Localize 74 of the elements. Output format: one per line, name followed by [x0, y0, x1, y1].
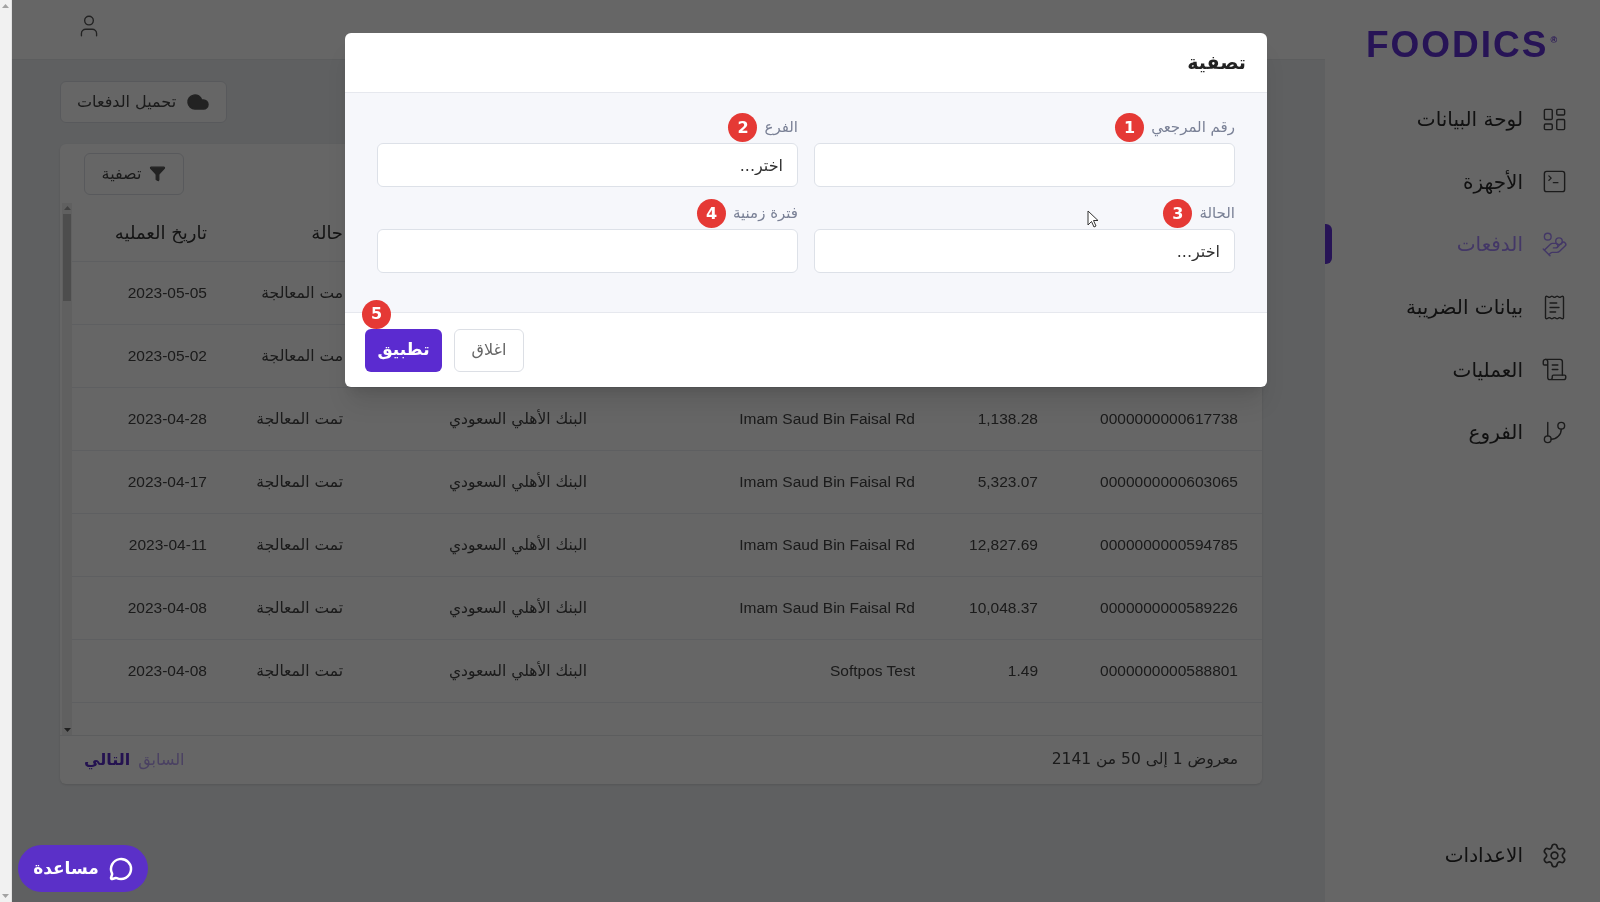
scrollbar-thumb[interactable] — [63, 214, 71, 301]
bank-name: البنك الأهلي السعودي — [448, 535, 587, 554]
page-scrollbar[interactable] — [0, 0, 12, 902]
field-label: فترة زمنية — [733, 203, 798, 225]
date-text: 2023-05-05 — [127, 284, 207, 301]
status-text: تمت المعالجة — [256, 598, 343, 617]
id-number: 0000000000603065 — [1100, 473, 1238, 490]
field-label: رقم المرجعي — [1151, 117, 1235, 139]
location-name: Imam Saud Bin Faisal Rd — [739, 410, 915, 427]
status-text: مت المعالجة — [261, 283, 343, 302]
input-field[interactable]: اختر... — [814, 229, 1235, 273]
close-button[interactable]: اغلاق — [454, 328, 524, 372]
amount: 12,827.69 — [969, 536, 1038, 553]
id-number: 0000000000617738 — [1100, 410, 1238, 427]
status-text: مت المعالجة — [261, 346, 343, 365]
id-number: 0000000000588801 — [1100, 662, 1238, 679]
nav-item[interactable]: الأجهزة — [1462, 168, 1568, 196]
dialog-title: تصفية — [1187, 50, 1246, 76]
chat-bubble-icon — [108, 856, 133, 881]
date-text: 2023-04-17 — [127, 473, 207, 490]
settings-icon — [1541, 841, 1568, 869]
mouse-cursor-icon — [1087, 210, 1099, 228]
scroll-down-icon[interactable] — [2, 894, 9, 898]
pagination-link[interactable]: التالي — [84, 748, 131, 772]
step-marker: 4 — [697, 199, 726, 228]
date-text: 2023-04-08 — [127, 662, 207, 679]
column-heading: حالة — [311, 221, 343, 243]
step-marker: 2 — [728, 113, 758, 142]
amount: 5,323.07 — [977, 473, 1038, 490]
scroll-down-icon[interactable] — [63, 728, 71, 732]
location-name: Imam Saud Bin Faisal Rd — [739, 473, 915, 490]
input-field[interactable]: اختر... — [377, 143, 798, 187]
input-field[interactable] — [814, 143, 1235, 187]
field-label: الحالة — [1199, 203, 1235, 225]
date-text: 2023-05-02 — [127, 347, 207, 364]
date-text: 2023-04-11 — [128, 536, 207, 553]
location-name: Imam Saud Bin Faisal Rd — [739, 599, 915, 616]
amount: 1.49 — [1007, 662, 1038, 679]
table-scrollbar[interactable] — [62, 203, 72, 735]
step-marker: 3 — [1163, 199, 1193, 228]
id-number: 0000000000589226 — [1100, 599, 1238, 616]
status-text: تمت المعالجة — [256, 472, 343, 491]
nav-item[interactable]: الفروع — [1468, 418, 1568, 446]
step-marker: 1 — [1115, 113, 1145, 142]
filter-button[interactable]: تصفية — [84, 152, 184, 195]
date-text: 2023-04-28 — [127, 410, 207, 427]
bank-name: البنك الأهلي السعودي — [448, 409, 587, 428]
nav-item[interactable]: العمليات — [1452, 356, 1568, 384]
column-heading: تاريخ العمليه — [114, 221, 207, 243]
nav-item[interactable]: بيانات الضريبة — [1406, 293, 1568, 321]
input-field[interactable] — [377, 229, 798, 273]
brand-logo[interactable]: FOODICS$^{®}$ — [1365, 25, 1560, 63]
bank-name: البنك الأهلي السعودي — [448, 472, 587, 491]
location-name: Imam Saud Bin Faisal Rd — [739, 536, 915, 553]
location-name: Softpos Test — [830, 662, 915, 679]
apply-button[interactable]: تطبيق — [365, 328, 442, 372]
help-button[interactable]: مساعدة — [18, 845, 148, 892]
hand-coins-icon — [1541, 231, 1568, 258]
bank-name: البنك الأهلي السعودي — [448, 661, 587, 680]
status-text: تمت المعالجة — [256, 409, 343, 428]
bank-name: البنك الأهلي السعودي — [448, 598, 587, 617]
upload-button[interactable]: تحميل الدفعات — [60, 81, 228, 123]
nav-item[interactable]: الاعدادات — [1444, 841, 1568, 869]
amount: 1,138.28 — [977, 410, 1038, 427]
id-number: 0000000000594785 — [1100, 536, 1238, 553]
filter-icon — [149, 165, 167, 182]
status-text: تمت المعالجة — [256, 535, 343, 554]
date-text: 2023-04-08 — [127, 599, 207, 616]
nav-item[interactable]: لوحة البيانات — [1416, 105, 1568, 133]
pagination-summary: معروض 1 إلى 50 من 2141 — [1051, 749, 1238, 771]
status-text: تمت المعالجة — [256, 661, 343, 680]
amount: 10,048.37 — [969, 599, 1038, 616]
scroll-up-icon[interactable] — [2, 4, 9, 8]
field-label: الفرع — [764, 117, 798, 139]
